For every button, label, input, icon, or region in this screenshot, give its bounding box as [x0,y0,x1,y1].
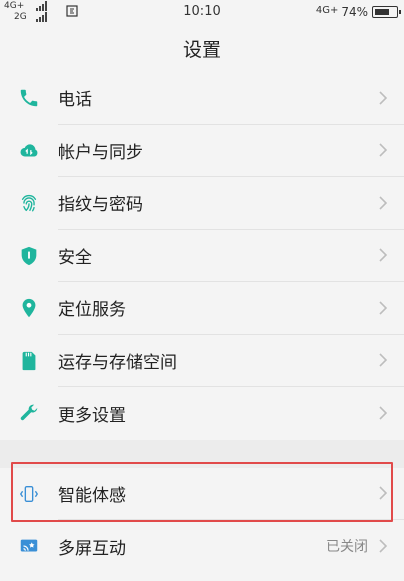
chevron-right-icon [379,353,388,367]
settings-list: 电话 帐户与同步 指纹与密码 安全 定位服务 运存与存储空间 更多设置 智能体感… [0,72,404,573]
settings-item-label: 指纹与密码 [58,195,143,216]
cloud-sync-icon [20,144,38,157]
settings-item-memory-storage[interactable]: 运存与存储空间 [0,335,404,387]
chevron-right-icon [379,301,388,315]
settings-item-phone[interactable]: 电话 [0,72,404,125]
settings-item-label: 电话 [58,90,92,111]
chevron-right-icon [379,143,388,157]
chevron-right-icon [379,248,388,262]
chevron-right-icon [379,406,388,420]
section-divider [0,439,404,468]
settings-item-fingerprint-password[interactable]: 指纹与密码 [0,177,404,230]
settings-item-label: 运存与存储空间 [58,352,177,373]
network-type-label: 4G+ [315,4,339,16]
sd-card-icon [22,351,36,370]
settings-group-secondary: 智能体感 多屏互动 已关闭 [0,468,404,573]
settings-item-label: 更多设置 [58,405,126,426]
settings-item-location[interactable]: 定位服务 [0,282,404,335]
battery-icon [372,6,401,18]
chevron-right-icon [379,91,388,105]
chevron-right-icon [379,486,388,500]
settings-item-label: 安全 [58,247,92,268]
settings-item-label: 智能体感 [58,485,126,506]
settings-item-multi-screen[interactable]: 多屏互动 已关闭 [0,520,404,573]
phone-icon [20,90,38,107]
motion-phone-icon [20,485,38,502]
page-title: 设置 [182,38,221,61]
location-pin-icon [22,299,36,318]
settings-item-security[interactable]: 安全 [0,230,404,282]
wrench-icon [20,404,38,421]
battery-percent: 74% [341,5,368,19]
settings-group-main: 电话 帐户与同步 指纹与密码 安全 定位服务 运存与存储空间 更多设置 [0,72,404,440]
shield-icon [21,246,37,265]
settings-item-accounts-sync[interactable]: 帐户与同步 [0,125,404,177]
settings-item-label: 帐户与同步 [58,142,143,163]
fingerprint-icon [21,195,37,212]
status-text: 已关闭 [326,539,368,556]
settings-item-more-settings[interactable]: 更多设置 [0,387,404,440]
settings-item-label: 定位服务 [58,300,126,321]
right-status: 4G+ 74% [315,2,401,22]
settings-item-label: 多屏互动 [58,538,126,559]
chevron-right-icon [379,196,388,210]
status-bar: 4G+ 2G 10:10 4G+ 74% [0,0,404,24]
settings-item-smart-motion[interactable]: 智能体感 [0,468,404,520]
screen-cast-icon [20,539,38,552]
title-bar: 设置 [0,24,404,72]
chevron-right-icon [379,539,388,553]
